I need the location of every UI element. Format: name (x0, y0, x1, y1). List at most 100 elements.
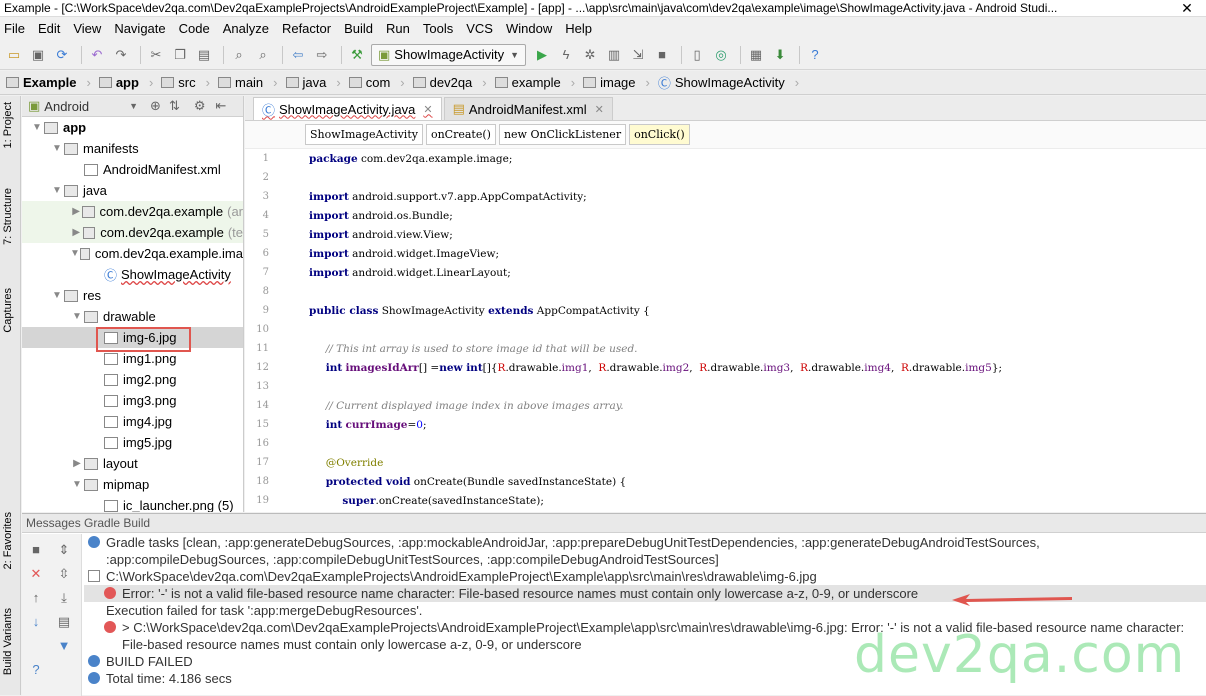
breadcrumb-item[interactable]: dev2qa (412, 75, 472, 90)
tree-item[interactable]: img2.png (22, 369, 243, 390)
expand-arrow-icon[interactable]: ▼ (70, 248, 80, 259)
tree-item[interactable]: ic_launcher.png (5) (22, 495, 243, 512)
next-icon[interactable]: ↓ (28, 614, 44, 630)
menu-navigate[interactable]: Navigate (114, 21, 165, 36)
tree-item[interactable]: img5.jpg (22, 432, 243, 453)
sync-icon[interactable]: ⟳ (52, 45, 72, 65)
menu-window[interactable]: Window (506, 21, 552, 36)
copy-icon[interactable]: ❐ (170, 45, 190, 65)
redo-icon[interactable]: ↷ (111, 45, 131, 65)
collapse-all-icon[interactable]: ⇅ (169, 98, 180, 114)
breadcrumb-item[interactable]: app (98, 75, 139, 90)
tab-project[interactable]: 1: Project (2, 102, 14, 148)
close-window-button[interactable]: ✕ (1168, 0, 1206, 16)
chevron-down-icon[interactable]: ▼ (129, 101, 138, 111)
tab-androidmanifest-xml[interactable]: ▤ AndroidManifest.xml ✕ (443, 97, 613, 120)
menu-tools[interactable]: Tools (423, 21, 453, 36)
stop-icon[interactable]: ■ (28, 542, 44, 558)
tab-showimageactivity-java[interactable]: Ⓒ ShowImageActivity.java ✕ (253, 97, 442, 120)
expand-arrow-icon[interactable]: ▼ (50, 143, 64, 154)
close-icon[interactable]: ✕ (595, 103, 604, 116)
tree-item[interactable]: ▼ drawable (22, 306, 243, 327)
breadcrumb-item[interactable]: src (161, 75, 196, 90)
tree-item[interactable]: AndroidManifest.xml (22, 159, 243, 180)
show-warnings-icon[interactable]: ▤ (56, 614, 72, 630)
expand-arrow-icon[interactable]: ▼ (30, 122, 44, 133)
close-icon[interactable]: ✕ (28, 566, 44, 582)
help-icon[interactable]: ? (28, 662, 44, 678)
replace-icon[interactable]: ⌕ (253, 45, 273, 65)
export-icon[interactable]: ⤓ (56, 590, 72, 606)
run-icon[interactable]: ▶ (532, 45, 552, 65)
tree-item[interactable]: ▼ mipmap (22, 474, 243, 495)
message-row[interactable]: Gradle tasks [clean, :app:generateDebugS… (84, 534, 1206, 568)
cut-icon[interactable]: ✂ (146, 45, 166, 65)
expand-arrow-icon[interactable]: ▶ (70, 458, 84, 469)
breadcrumb-item[interactable]: example (494, 75, 561, 90)
help-icon[interactable]: ? (805, 45, 825, 65)
menu-refactor[interactable]: Refactor (282, 21, 331, 36)
tree-item[interactable]: ▶ layout (22, 453, 243, 474)
sync-scroll-icon[interactable]: ⊕ (150, 98, 161, 114)
find-icon[interactable]: ⌕ (229, 45, 249, 65)
stop-icon[interactable]: ■ (652, 45, 672, 65)
menu-view[interactable]: View (73, 21, 101, 36)
code-area[interactable]: 1 package com.dev2qa.example.image; 2 3 im… (245, 149, 1206, 510)
method-crumb-oncreate[interactable]: onCreate() (425, 124, 496, 145)
filter-icon[interactable]: ▼ (56, 638, 72, 654)
expand-arrow-icon[interactable]: ▼ (50, 290, 64, 301)
breadcrumb-item[interactable]: main (217, 75, 263, 90)
tree-item[interactable]: ▼ app (22, 117, 243, 138)
forward-icon[interactable]: ⇨ (312, 45, 332, 65)
project-view-select[interactable]: Android (44, 99, 89, 114)
menu-build[interactable]: Build (344, 21, 373, 36)
tree-item[interactable]: img4.jpg (22, 411, 243, 432)
breadcrumb-item[interactable]: Example (6, 75, 76, 90)
breadcrumb-item[interactable]: com (348, 75, 390, 90)
tree-item[interactable]: ▶ com.dev2qa.example (te (22, 222, 243, 243)
expand-arrow-icon[interactable]: ▼ (50, 185, 64, 196)
tree-item[interactable]: ▼ com.dev2qa.example.ima (22, 243, 243, 264)
save-all-icon[interactable]: ▣ (28, 45, 48, 65)
menu-run[interactable]: Run (386, 21, 410, 36)
hide-icon[interactable]: ⇤ (216, 98, 227, 114)
menu-help[interactable]: Help (565, 21, 592, 36)
avd-manager-icon[interactable]: ▯ (687, 45, 707, 65)
menu-analyze[interactable]: Analyze (223, 21, 269, 36)
undo-icon[interactable]: ↶ (87, 45, 107, 65)
project-structure-icon[interactable]: ▦ (746, 45, 766, 65)
paste-icon[interactable]: ▤ (194, 45, 214, 65)
tree-item[interactable]: ▶ com.dev2qa.example (ar (22, 201, 243, 222)
menu-edit[interactable]: Edit (38, 21, 60, 36)
message-row[interactable]: C:\WorkSpace\dev2qa.com\Dev2qaExamplePro… (84, 568, 1206, 585)
tree-item[interactable]: Ⓒ ShowImageActivity (22, 264, 243, 285)
expand-arrow-icon[interactable]: ▼ (70, 479, 84, 490)
collapse-all-icon[interactable]: ⇳ (56, 566, 72, 582)
breadcrumb-item[interactable]: Ⓒ ShowImageActivity (658, 73, 785, 92)
expand-arrow-icon[interactable]: ▶ (70, 206, 82, 217)
menu-vcs[interactable]: VCS (466, 21, 493, 36)
tab-favorites[interactable]: 2: Favorites (2, 512, 14, 569)
breadcrumb-item[interactable]: java (285, 75, 326, 90)
menu-file[interactable]: File (4, 21, 25, 36)
menu-code[interactable]: Code (179, 21, 210, 36)
attach-debugger-icon[interactable]: ⇲ (628, 45, 648, 65)
expand-arrow-icon[interactable]: ▼ (70, 311, 84, 322)
tree-item[interactable]: ▼ res (22, 285, 243, 306)
gear-icon[interactable]: ⚙ (194, 98, 206, 114)
tab-captures[interactable]: Captures (2, 288, 14, 333)
method-crumb-onclick[interactable]: onClick() (629, 124, 690, 145)
open-folder-icon[interactable]: ▭ (4, 45, 24, 65)
tree-item[interactable]: img3.png (22, 390, 243, 411)
method-crumb-class[interactable]: ShowImageActivity (305, 124, 423, 145)
sync-gradle-icon[interactable]: ◎ (711, 45, 731, 65)
method-crumb-listener[interactable]: new OnClickListener (498, 124, 627, 145)
tab-build-variants[interactable]: Build Variants (2, 608, 14, 675)
run-configuration-select[interactable]: ▣ ShowImageActivity ▼ (371, 43, 527, 66)
expand-all-icon[interactable]: ⇕ (56, 542, 72, 558)
make-project-icon[interactable]: ⚒ (347, 45, 367, 65)
apply-changes-icon[interactable]: ϟ (556, 45, 576, 65)
sdk-manager-icon[interactable]: ⬇ (770, 45, 790, 65)
tab-structure[interactable]: 7: Structure (2, 188, 14, 245)
profile-icon[interactable]: ▥ (604, 45, 624, 65)
